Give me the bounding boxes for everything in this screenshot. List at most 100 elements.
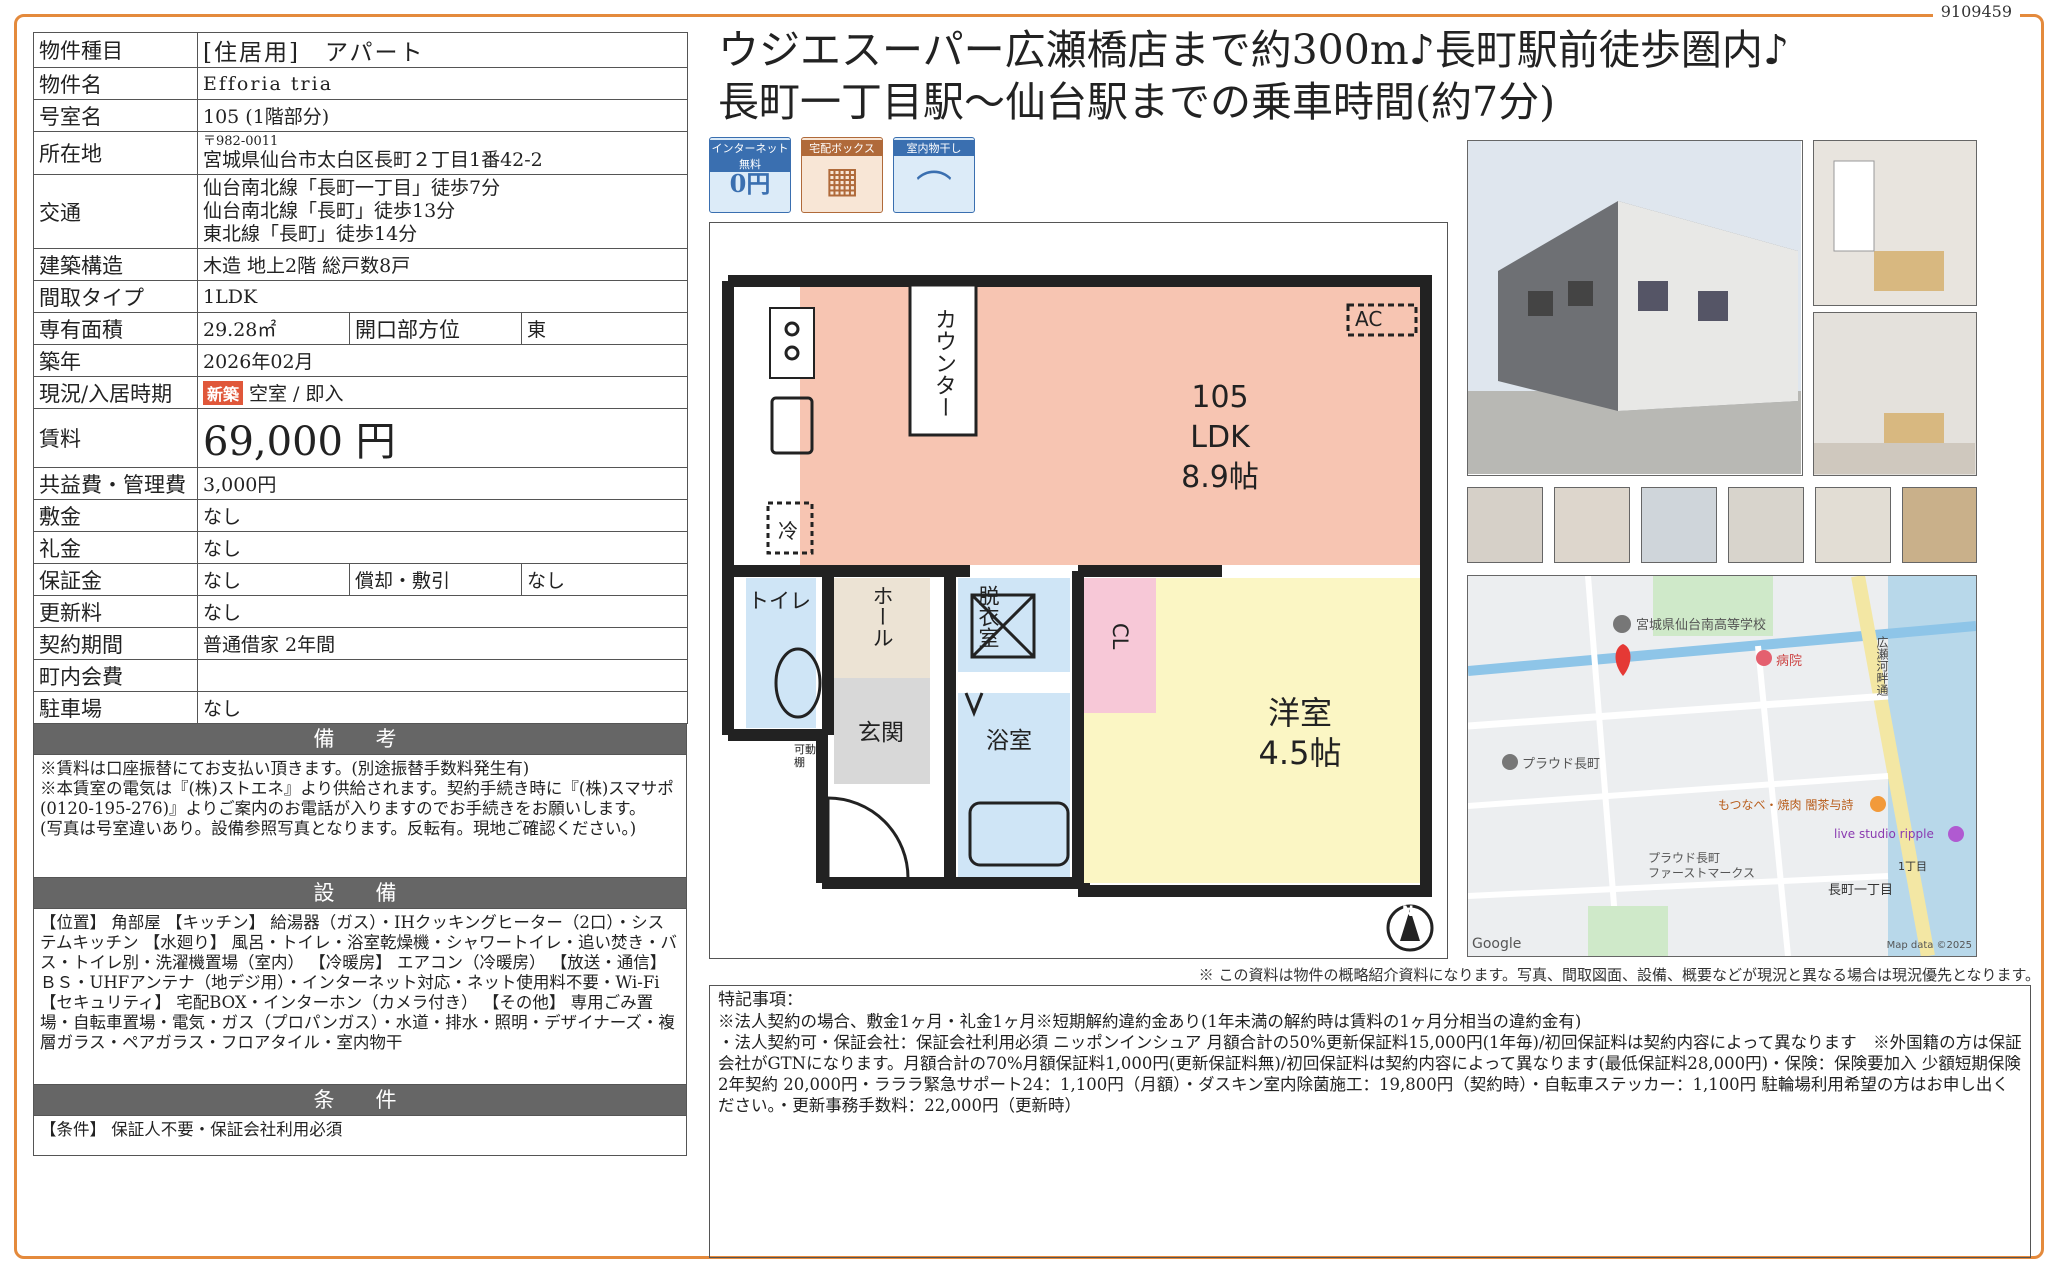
live-marker-icon	[1948, 826, 1964, 842]
interior-image	[1833, 160, 1944, 291]
label-address: 所在地	[33, 131, 198, 175]
ldk-label: 105 LDK 8.9帖	[1140, 378, 1300, 498]
remarks-header: 備 考	[33, 724, 687, 755]
value-contract: 普通借家 2年間	[197, 627, 688, 660]
property-spec-panel: 物件種目 [住居用] アパート 物件名 Efforia tria 号室名 105 (1…	[33, 32, 688, 1156]
map-label-hospital: 病院	[1776, 654, 1803, 669]
delivery-box-icon: 宅配ボックス ▦	[801, 137, 883, 213]
value-fee: 3,000円	[197, 467, 688, 500]
thumbnail-1[interactable]	[1467, 487, 1543, 563]
thumbnail-3[interactable]	[1641, 487, 1717, 563]
western-size: 4.5帖	[1258, 734, 1342, 772]
map-label-chome: 1丁目	[1898, 860, 1927, 873]
fridge-label: 冷	[778, 519, 798, 543]
western-text: 洋室	[1267, 694, 1332, 732]
value-status: 新築 空室 / 即入	[197, 376, 688, 409]
map-label-road: 広瀬河畔通	[1875, 636, 1889, 696]
remarks-text: ※賃料は口座振替にてお支払い頂きます。(別途振替手数料発生有) ※本賃室の電気は…	[33, 755, 687, 878]
icon-glyph: ⌒	[915, 169, 952, 210]
interior-photo-1[interactable]	[1813, 140, 1977, 306]
label-type: 物件種目	[33, 32, 198, 68]
value-area: 29.28㎡	[197, 312, 350, 345]
address-text: 宮城県仙台市太白区長町２丁目1番42-2	[203, 149, 543, 171]
special-note-line: ※法人契約の場合、敷金1ヶ月・礼金1ヶ月※短期解約違約金あり(1年未満の解約時は…	[718, 1012, 1582, 1031]
icon-glyph: ▦	[824, 160, 859, 201]
new-build-badge: 新築	[203, 381, 244, 405]
building-image	[1468, 141, 1801, 474]
floorplan-drawing	[722, 275, 1434, 952]
value-parking: なし	[197, 691, 688, 724]
map-copyright: Map data ©2025	[1886, 940, 1972, 951]
label-built: 築年	[33, 344, 198, 377]
value-structure: 木造 地上2階 総戸数8戸	[197, 248, 688, 281]
value-layout: 1LDK	[197, 280, 688, 313]
label-status: 現況/入居時期	[33, 376, 198, 409]
value-direction: 東	[521, 312, 688, 345]
map-google-logo: Google	[1472, 936, 1522, 952]
counter-label: カウンター	[931, 308, 956, 418]
thumbnail-5[interactable]	[1815, 487, 1891, 563]
indoor-drying-icon: 室内物干し ⌒	[893, 137, 975, 213]
thumbnail-4[interactable]	[1728, 487, 1804, 563]
thumbnail-6[interactable]	[1902, 487, 1977, 563]
icon-caption: 宅配ボックス	[802, 140, 882, 156]
location-map[interactable]: 宮城県仙台南高等学校 病院 プラウド長町 プラウド長町 ファーストマークス もつ…	[1467, 575, 1977, 957]
map-label-school: 宮城県仙台南高等学校	[1636, 618, 1767, 633]
entrance-label: 玄関	[858, 720, 904, 746]
value-guarantee: なし	[197, 563, 350, 596]
label-room: 号室名	[33, 99, 198, 132]
interior-image	[1814, 413, 1975, 474]
value-amortization: なし	[521, 563, 688, 596]
value-town-fee	[197, 659, 688, 692]
building-marker-icon	[1502, 754, 1518, 770]
thumbnail-2[interactable]	[1554, 487, 1630, 563]
label-guarantee: 保証金	[33, 563, 198, 596]
value-built: 2026年02月	[197, 344, 688, 377]
zip-code: 〒982-0011	[203, 134, 279, 149]
value-name: Efforia tria	[197, 67, 688, 100]
shelf-label: 可動棚	[794, 743, 816, 769]
north-label: N	[1402, 904, 1414, 920]
headline-line-1: ウジエスーパー広瀬橋店まで約300m♪長町駅前徒歩圏内♪	[718, 26, 1790, 74]
equipment-text: 【位置】 角部屋 【キッチン】 給湯器（ガス）・IHクッキングヒーター（2口）・…	[33, 909, 687, 1085]
property-pin-icon	[1615, 644, 1631, 676]
disclaimer: ※ この資料は物件の概略紹介資料になります。写真、間取図面、設備、概要などが現況…	[1198, 966, 2040, 984]
hospital-marker-icon	[1756, 650, 1772, 666]
map-label-restaurant: もつなべ・焼肉 闇茶与詩	[1718, 798, 1854, 812]
icon-glyph: 0円	[729, 169, 771, 198]
icon-caption: 室内物干し	[894, 140, 974, 156]
map-label-building: プラウド長町	[1522, 757, 1601, 772]
map-label-live-studio: live studio ripple	[1834, 827, 1934, 841]
washroom-label: 脱衣室	[976, 585, 1000, 648]
label-rent: 賃料	[33, 408, 198, 468]
label-deposit: 敷金	[33, 499, 198, 532]
toilet-label: トイレ	[748, 589, 811, 613]
status-text: 空室 / 即入	[249, 383, 344, 405]
document-id: 9109459	[1932, 2, 2020, 21]
label-fee: 共益費・管理費	[33, 467, 198, 500]
map-label-building-2: プラウド長町 ファーストマークス	[1648, 851, 1756, 880]
exterior-photo[interactable]	[1467, 140, 1803, 476]
label-structure: 建築構造	[33, 248, 198, 281]
label-key-money: 礼金	[33, 531, 198, 564]
headline: ウジエスーパー広瀬橋店まで約300m♪長町駅前徒歩圏内♪ 長町一丁目駅〜仙台駅ま…	[718, 24, 2018, 128]
map-label-station: 長町一丁目	[1828, 883, 1894, 898]
value-room: 105 (1階部分)	[197, 99, 688, 132]
value-renewal: なし	[197, 595, 688, 628]
label-name: 物件名	[33, 67, 198, 100]
label-town-fee: 町内会費	[33, 659, 198, 692]
restaurant-marker-icon	[1870, 796, 1886, 812]
conditions-header: 条 件	[33, 1085, 687, 1116]
access-line: 仙台南北線「長町」徒歩13分	[203, 200, 456, 222]
school-marker-icon	[1613, 615, 1631, 633]
access-line: 東北線「長町」徒歩14分	[203, 223, 418, 245]
value-key-money: なし	[197, 531, 688, 564]
floorplan: 105 LDK 8.9帖 カウンター AC 冷 トイレ ホール 脱衣室 CL 洋…	[709, 222, 1448, 959]
closet-label: CL	[1108, 623, 1132, 650]
room-number: 105	[1191, 380, 1249, 415]
label-amortization: 償却・敷引	[349, 563, 522, 596]
internet-free-icon: インターネット無料 0円	[709, 137, 791, 213]
special-note-line: ・法人契約可・保証会社：保証会社利用必須 ニッポンインシュア 月額合計の50%更…	[718, 1033, 2022, 1115]
western-room-label: 洋室 4.5帖	[1230, 693, 1370, 773]
interior-photo-2[interactable]	[1813, 312, 1977, 476]
